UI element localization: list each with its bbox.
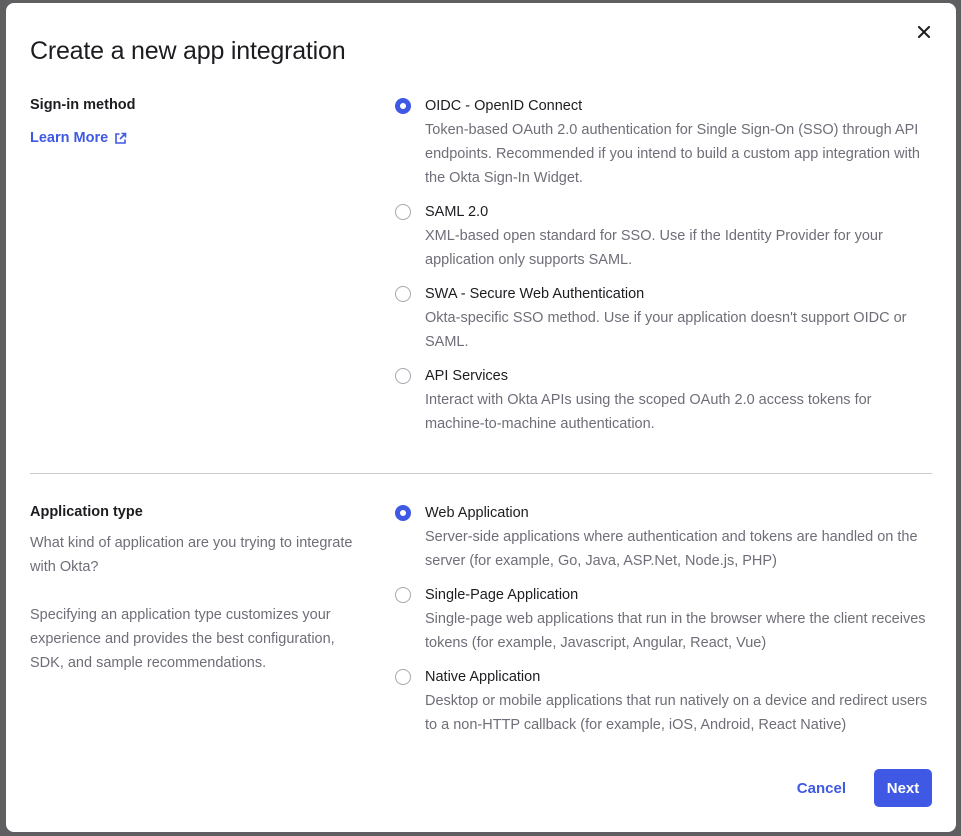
radio-saml[interactable]: [395, 204, 411, 220]
application-type-info: Application type What kind of applicatio…: [30, 503, 370, 675]
application-type-section: Application type What kind of applicatio…: [30, 503, 932, 743]
option-api-services-description: Interact with Okta APIs using the scoped…: [425, 392, 872, 432]
radio-web-application[interactable]: [395, 505, 411, 521]
close-icon: [918, 26, 930, 38]
sign-in-method-section: Sign-in method Learn More OIDC - OpenID …: [30, 96, 932, 436]
option-web-application-description: Server-side applications where authentic…: [425, 529, 918, 569]
close-button[interactable]: [912, 20, 936, 44]
cancel-button[interactable]: Cancel: [789, 770, 854, 807]
application-type-explanation: Specifying an application type customize…: [30, 607, 335, 671]
option-swa[interactable]: SWA - Secure Web Authentication Okta-spe…: [395, 286, 935, 354]
option-single-page-application-description: Single-page web applications that run in…: [425, 611, 926, 651]
option-api-services[interactable]: API Services Interact with Okta APIs usi…: [395, 368, 935, 436]
sign-in-method-heading: Sign-in method: [30, 97, 136, 113]
radio-native-application[interactable]: [395, 669, 411, 685]
option-oidc-label: OIDC - OpenID Connect: [425, 98, 583, 114]
option-native-application[interactable]: Native Application Desktop or mobile app…: [395, 669, 935, 737]
option-oidc-description: Token-based OAuth 2.0 authentication for…: [425, 122, 920, 186]
option-native-application-description: Desktop or mobile applications that run …: [425, 693, 928, 733]
option-single-page-application-label: Single-Page Application: [425, 587, 579, 603]
option-web-application-label: Web Application: [425, 505, 529, 521]
create-app-integration-dialog: Create a new app integration Sign-in met…: [6, 3, 956, 832]
learn-more-link[interactable]: Learn More: [30, 130, 127, 146]
option-saml[interactable]: SAML 2.0 XML-based open standard for SSO…: [395, 204, 935, 272]
learn-more-label: Learn More: [30, 130, 109, 146]
option-single-page-application[interactable]: Single-Page Application Single-page web …: [395, 587, 935, 655]
next-button[interactable]: Next: [874, 769, 932, 807]
dialog-title: Create a new app integration: [30, 37, 346, 65]
application-type-question: What kind of application are you trying …: [30, 535, 353, 575]
radio-oidc[interactable]: [395, 98, 411, 114]
dialog-footer: Cancel Next: [789, 769, 932, 807]
option-saml-label: SAML 2.0: [425, 204, 489, 220]
option-saml-description: XML-based open standard for SSO. Use if …: [425, 228, 883, 268]
option-oidc[interactable]: OIDC - OpenID Connect Token-based OAuth …: [395, 98, 935, 190]
external-link-icon: [115, 132, 127, 144]
option-api-services-label: API Services: [425, 368, 508, 384]
option-swa-label: SWA - Secure Web Authentication: [425, 286, 645, 302]
radio-api-services[interactable]: [395, 368, 411, 384]
radio-single-page-application[interactable]: [395, 587, 411, 603]
sign-in-method-info: Sign-in method Learn More: [30, 96, 370, 147]
radio-swa[interactable]: [395, 286, 411, 302]
option-web-application[interactable]: Web Application Server-side applications…: [395, 505, 935, 573]
option-native-application-label: Native Application: [425, 669, 541, 685]
option-swa-description: Okta-specific SSO method. Use if your ap…: [425, 310, 907, 350]
section-divider: [30, 473, 932, 474]
application-type-heading: Application type: [30, 504, 143, 520]
